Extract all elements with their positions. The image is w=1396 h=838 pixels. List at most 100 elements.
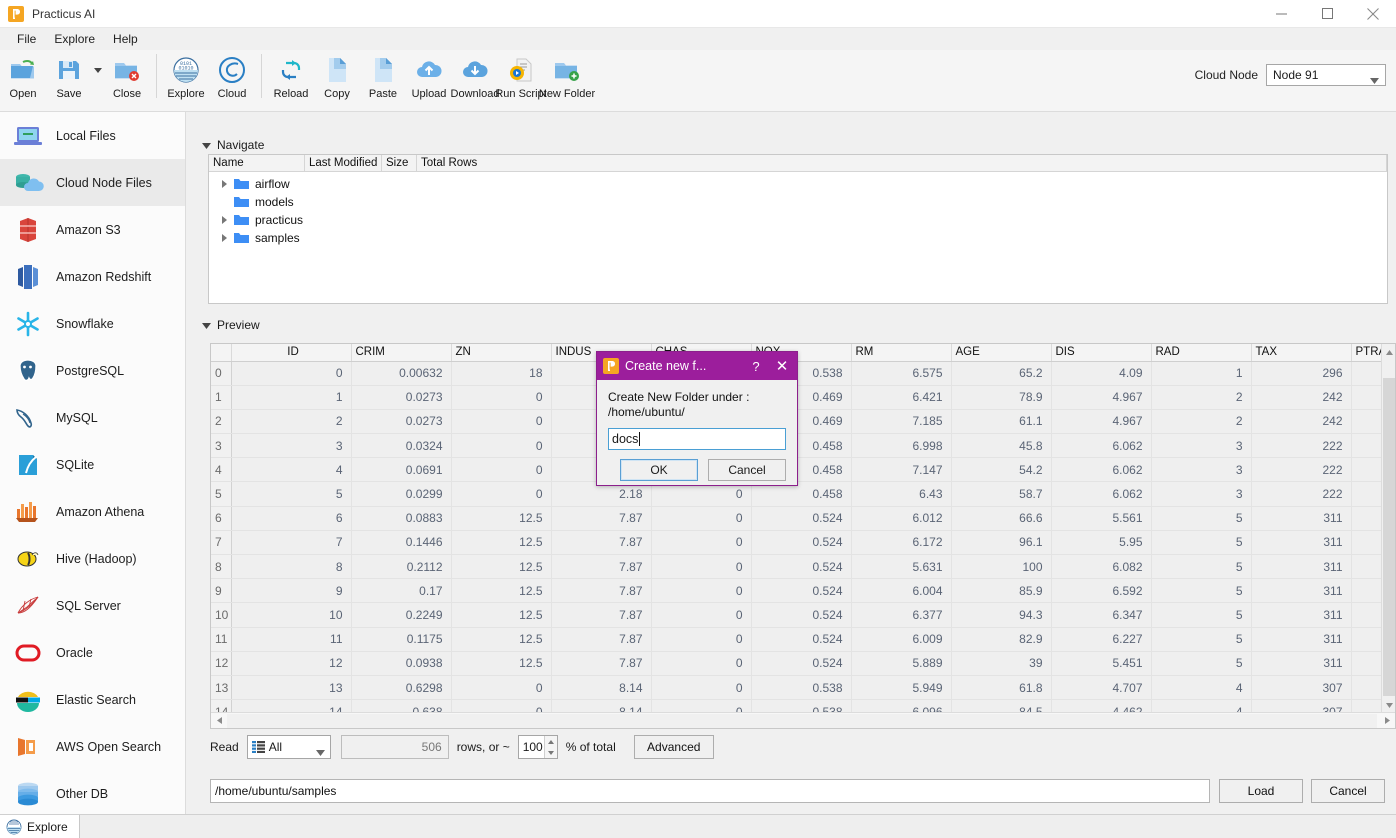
table-cell[interactable]: 5.561 [1051, 506, 1151, 530]
table-cell[interactable]: 8 [231, 555, 351, 579]
table-cell[interactable] [1351, 530, 1383, 554]
table-cell[interactable]: 0 [451, 409, 551, 433]
table-cell[interactable]: 0.0938 [351, 651, 451, 675]
table-cell[interactable]: 6.082 [1051, 555, 1151, 579]
col-header-dis[interactable]: DIS [1051, 344, 1151, 361]
create-new-folder-dialog[interactable]: Create new f... ? ✕ Create New Folder un… [596, 351, 798, 486]
col-header-id[interactable]: ID [231, 344, 351, 361]
table-cell[interactable] [1351, 651, 1383, 675]
table-cell[interactable]: 0.524 [751, 579, 851, 603]
table-cell[interactable]: 78.9 [951, 385, 1051, 409]
table-cell[interactable]: 66.6 [951, 506, 1051, 530]
row-index-cell[interactable]: 6 [211, 506, 231, 530]
table-row[interactable]: 880.211212.57.8700.5245.6311006.0825311 [211, 555, 1383, 579]
table-cell[interactable]: 311 [1251, 651, 1351, 675]
table-cell[interactable]: 0 [651, 530, 751, 554]
table-cell[interactable]: 6.062 [1051, 458, 1151, 482]
table-cell[interactable]: 0.524 [751, 555, 851, 579]
table-cell[interactable]: 4.707 [1051, 675, 1151, 699]
table-cell[interactable]: 7 [231, 530, 351, 554]
table-cell[interactable]: 0.524 [751, 651, 851, 675]
dialog-cancel-button[interactable]: Cancel [708, 459, 786, 481]
table-cell[interactable]: 6.009 [851, 627, 951, 651]
nav-col-size[interactable]: Size [382, 155, 417, 171]
table-cell[interactable]: 4.967 [1051, 409, 1151, 433]
table-cell[interactable]: 0 [651, 579, 751, 603]
nav-row-samples[interactable]: samples [209, 229, 1387, 247]
table-cell[interactable]: 82.9 [951, 627, 1051, 651]
toolbar-run-script-button[interactable]: Run Script [498, 50, 544, 108]
navigate-section-header[interactable]: Navigate [194, 134, 264, 156]
table-cell[interactable]: 311 [1251, 555, 1351, 579]
table-cell[interactable]: 0 [451, 675, 551, 699]
dialog-ok-button[interactable]: OK [620, 459, 698, 481]
toolbar-new-folder-button[interactable]: New Folder [544, 50, 590, 108]
table-cell[interactable]: 2 [1151, 385, 1251, 409]
table-cell[interactable]: 7.185 [851, 409, 951, 433]
nav-col-total-rows[interactable]: Total Rows [417, 155, 1387, 171]
col-header-rad[interactable]: RAD [1151, 344, 1251, 361]
table-cell[interactable]: 1 [1151, 361, 1251, 385]
nav-col-last-modified[interactable]: Last Modified [305, 155, 382, 171]
row-index-cell[interactable]: 11 [211, 627, 231, 651]
table-cell[interactable]: 7.87 [551, 627, 651, 651]
table-cell[interactable]: 12.5 [451, 530, 551, 554]
table-cell[interactable]: 311 [1251, 627, 1351, 651]
advanced-button[interactable]: Advanced [634, 735, 714, 759]
sidebar-item-hive-hadoop[interactable]: Hive (Hadoop) [0, 535, 185, 582]
table-cell[interactable]: 5.631 [851, 555, 951, 579]
table-cell[interactable]: 0.1446 [351, 530, 451, 554]
table-cell[interactable]: 3 [1151, 482, 1251, 506]
row-index-cell[interactable]: 8 [211, 555, 231, 579]
table-cell[interactable]: 7.87 [551, 603, 651, 627]
horizontal-scroll-thumb[interactable] [227, 714, 1377, 728]
table-cell[interactable]: 2 [1151, 409, 1251, 433]
table-cell[interactable]: 18 [451, 361, 551, 385]
table-cell[interactable]: 311 [1251, 579, 1351, 603]
preview-section-header[interactable]: Preview [194, 314, 260, 336]
table-cell[interactable]: 5.95 [1051, 530, 1151, 554]
table-cell[interactable]: 4.967 [1051, 385, 1151, 409]
table-row[interactable]: 12120.093812.57.8700.5245.889395.4515311 [211, 651, 1383, 675]
table-cell[interactable]: 45.8 [951, 434, 1051, 458]
toolbar-open-button[interactable]: Open [0, 50, 46, 108]
row-index-cell[interactable]: 3 [211, 434, 231, 458]
table-cell[interactable]: 7.87 [551, 506, 651, 530]
table-cell[interactable]: 5 [1151, 651, 1251, 675]
spin-buttons[interactable] [544, 736, 557, 758]
folder-name-input[interactable]: docs [608, 428, 786, 450]
table-cell[interactable]: 6 [231, 506, 351, 530]
nav-row-practicus[interactable]: practicus [209, 211, 1387, 229]
table-cell[interactable]: 0.524 [751, 506, 851, 530]
sidebar-item-sqlite[interactable]: SQLite [0, 441, 185, 488]
table-cell[interactable]: 0 [451, 434, 551, 458]
close-button[interactable] [1350, 0, 1396, 28]
toolbar-cloud-button[interactable]: Cloud [209, 50, 255, 108]
toolbar-save-dropdown[interactable] [92, 50, 104, 108]
table-cell[interactable]: 222 [1251, 434, 1351, 458]
table-cell[interactable]: 9 [231, 579, 351, 603]
toolbar-explore-button[interactable]: 0101 01010 Explore [163, 50, 209, 108]
toolbar-upload-button[interactable]: Upload [406, 50, 452, 108]
tab-explore[interactable]: Explore [0, 815, 80, 838]
table-cell[interactable]: 222 [1251, 458, 1351, 482]
table-cell[interactable]: 12.5 [451, 579, 551, 603]
menu-explore[interactable]: Explore [45, 30, 104, 48]
table-cell[interactable] [1351, 627, 1383, 651]
table-cell[interactable]: 4 [1151, 675, 1251, 699]
sidebar-item-local-files[interactable]: Local Files [0, 112, 185, 159]
table-cell[interactable]: 242 [1251, 385, 1351, 409]
table-row[interactable]: 770.144612.57.8700.5246.17296.15.955311 [211, 530, 1383, 554]
row-index-cell[interactable]: 5 [211, 482, 231, 506]
table-row[interactable]: 10100.224912.57.8700.5246.37794.36.34753… [211, 603, 1383, 627]
table-cell[interactable]: 0 [651, 675, 751, 699]
navigate-file-tree[interactable]: Name Last Modified Size Total Rows airfl… [208, 154, 1388, 304]
table-cell[interactable]: 6.377 [851, 603, 951, 627]
nav-col-name[interactable]: Name [209, 155, 305, 171]
table-cell[interactable]: 12.5 [451, 555, 551, 579]
row-index-cell[interactable]: 2 [211, 409, 231, 433]
table-cell[interactable]: 0.524 [751, 530, 851, 554]
table-cell[interactable]: 0.524 [751, 627, 851, 651]
table-cell[interactable]: 12.5 [451, 627, 551, 651]
table-cell[interactable]: 39 [951, 651, 1051, 675]
